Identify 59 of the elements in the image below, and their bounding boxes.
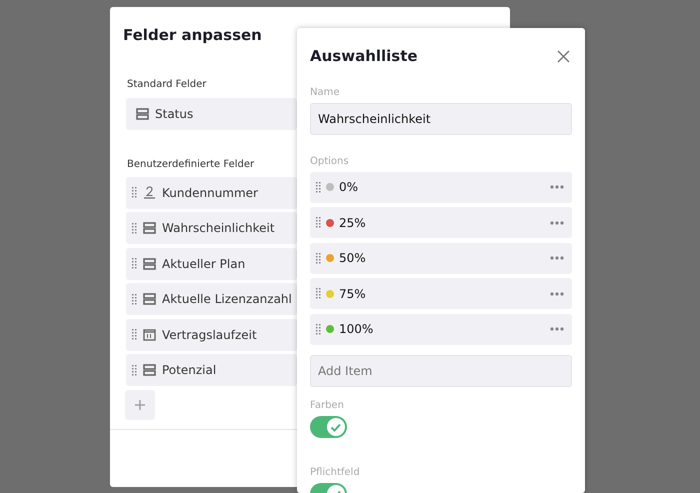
drag-handle-icon[interactable]	[316, 324, 321, 334]
option-row[interactable]: 100%	[310, 314, 572, 344]
field-row[interactable]: Aktuelle Lizenzanzahl	[126, 283, 297, 315]
more-icon[interactable]	[550, 220, 564, 224]
drag-handle-icon[interactable]	[316, 217, 321, 228]
more-icon[interactable]	[550, 327, 564, 331]
field-row[interactable]: Aktueller Plan	[126, 248, 297, 280]
drag-handle-icon[interactable]	[316, 182, 321, 192]
field-label: Name	[310, 86, 340, 100]
option-row[interactable]: 50%	[310, 242, 572, 274]
section-label: Options	[310, 154, 349, 168]
number-icon	[143, 186, 156, 199]
section-label: Benutzerdefinierte Felder	[127, 158, 254, 172]
more-icon[interactable]	[550, 256, 564, 260]
section-label: Standard Felder	[127, 78, 206, 92]
drag-handle-icon[interactable]	[316, 252, 321, 264]
drag-handle-icon[interactable]	[132, 187, 137, 198]
more-icon[interactable]	[550, 185, 564, 189]
toggle-label: Farben	[310, 399, 344, 413]
field-label: Kundennummer	[162, 184, 258, 202]
drag-handle-icon[interactable]	[132, 294, 137, 304]
option-row[interactable]: 0%	[310, 172, 572, 202]
dialog-title: Felder anpassen	[123, 25, 262, 46]
option-label: 100%	[339, 321, 374, 338]
panel-title: Auswahlliste	[310, 46, 418, 67]
field-label: Potenzial	[162, 362, 216, 379]
field-row[interactable]: Kundennummer	[126, 176, 297, 208]
name-input[interactable]: Wahrscheinlichkeit	[310, 102, 572, 134]
option-label: 75%	[339, 286, 367, 302]
list-icon	[143, 222, 156, 234]
more-icon[interactable]	[550, 292, 564, 296]
field-label: Status	[155, 106, 194, 122]
drag-handle-icon[interactable]	[132, 364, 137, 376]
field-label: Vertragslaufzeit	[162, 326, 257, 344]
calendar-icon	[143, 328, 156, 340]
field-row[interactable]: Status	[126, 98, 297, 130]
field-row[interactable]: Wahrscheinlichkeit	[126, 212, 297, 244]
list-icon	[143, 364, 156, 376]
toggle-switch[interactable]	[310, 416, 347, 438]
option-row[interactable]: 75%	[310, 278, 572, 309]
drag-handle-icon[interactable]	[132, 258, 137, 269]
drag-handle-icon[interactable]	[132, 222, 137, 234]
drag-handle-icon[interactable]	[132, 329, 137, 340]
toggle-label: Pflichtfeld	[310, 466, 360, 480]
option-label: 0%	[339, 179, 360, 196]
field-label: Wahrscheinlichkeit	[162, 220, 275, 237]
drag-handle-icon[interactable]	[316, 288, 321, 299]
option-label: 25%	[339, 214, 367, 232]
option-label: 50%	[339, 250, 367, 267]
list-icon	[136, 108, 149, 120]
field-label: Aktuelle Lizenzanzahl	[162, 291, 292, 308]
option-row[interactable]: 25%	[310, 207, 572, 238]
field-row[interactable]: Vertragslaufzeit	[126, 318, 297, 350]
list-icon	[143, 258, 156, 270]
close-icon[interactable]	[557, 50, 570, 63]
add-item-field[interactable]: Add Item	[310, 355, 572, 387]
list-icon	[143, 293, 156, 305]
field-row[interactable]: Potenzial	[126, 354, 297, 386]
field-label: Aktueller Plan	[162, 256, 246, 272]
